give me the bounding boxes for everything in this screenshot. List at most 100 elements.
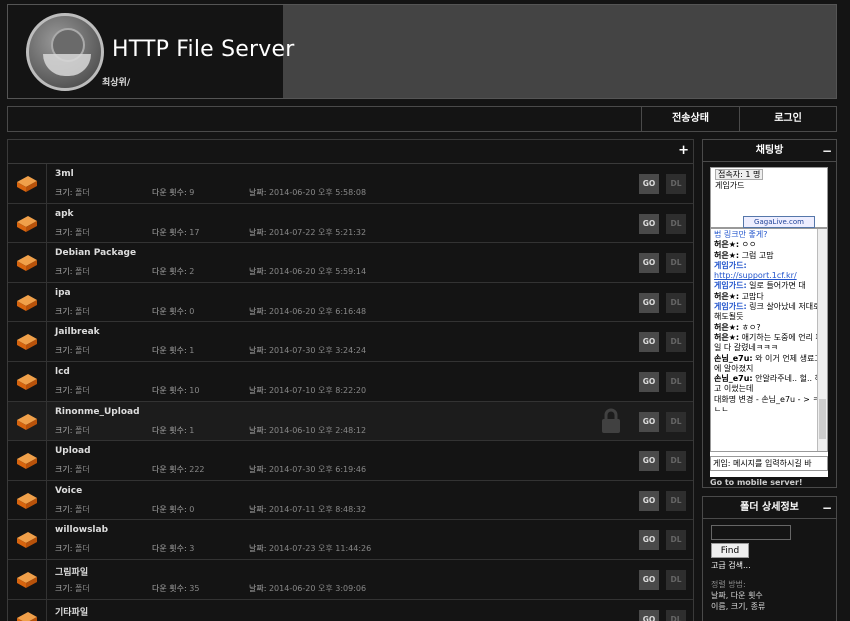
download-button[interactable]: DL [666,174,686,194]
file-size: 크기: 폴더 [55,584,90,593]
go-button[interactable]: GO [639,174,659,194]
file-name-link[interactable]: lcd [55,367,70,377]
file-row[interactable]: ipa 크기: 폴더 다운 횟수: 0 날짜: 2014-06-20 오후 6:16:… [8,282,693,323]
file-row[interactable]: Jailbreak 크기: 폴더 다운 횟수: 1 날짜: 2014-07-30 오후… [8,322,693,362]
download-button[interactable]: DL [666,292,686,313]
collapse-icon[interactable]: − [822,140,832,162]
file-date: 날짜: 2014-07-10 오후 8:22:20 [249,386,367,395]
file-date: 날짜: 2014-07-11 오후 8:48:32 [249,504,367,514]
download-button[interactable]: DL [666,451,686,472]
go-button[interactable]: GO [639,292,659,313]
download-count: 다운 횟수: 10 [152,386,200,395]
go-button[interactable]: GO [639,609,659,621]
find-button[interactable]: Find [711,543,749,558]
file-row[interactable]: 그림파일크기: 폴더 다운 횟수: 35 날짜: 2014-06-20 오후 3:0… [8,560,693,600]
icon-cell [8,203,47,243]
lock-icon [600,408,622,434]
breadcrumb[interactable]: 최상위/ [102,75,130,88]
folder-icon [15,411,39,431]
file-row[interactable]: apk 크기: 폴더 다운 횟수: 17 날짜: 2014-07-22 오후 5:21… [8,203,693,244]
download-button[interactable]: DL [666,332,686,353]
chat-message: http://support.1cf.kr/ [714,271,823,281]
chat-message: 허은★: 애기하는 도중에 언리 파일 다 갈렸네ㅋㅋㅋ [714,332,823,353]
chat-message: 허은★: ㅇㅇ [714,240,757,250]
chat-link[interactable]: http://support.1cf.kr/ [714,271,797,280]
go-button[interactable]: GO [639,490,659,511]
file-row[interactable]: 기타파일크기: 다운 횟수: 날짜: GODL [8,599,693,621]
icon-cell [8,282,47,322]
go-button[interactable]: GO [639,570,659,590]
login-link[interactable]: 로그인 [739,107,836,131]
file-date: 날짜: 2014-06-20 오후 3:09:06 [249,584,367,593]
chat-panel-header: 채팅방 − [703,140,836,162]
download-button[interactable]: DL [666,490,686,511]
file-row[interactable]: willowslab 크기: 폴더 다운 횟수: 3 날짜: 2014-07-23 오… [8,520,693,560]
header-banner: HTTP File Server 최상위/ [7,4,837,99]
go-button[interactable]: GO [639,372,659,392]
go-button[interactable]: GO [639,332,659,353]
file-name-link[interactable]: ipa [55,288,71,298]
file-date: 날짜: 2014-07-23 오후 11:44:26 [249,544,372,554]
file-row[interactable]: lcd 크기: 폴더 다운 횟수: 10 날짜: 2014-07-10 오후 8:22… [8,362,693,402]
folder-details-panel: 폴더 상세정보 − Find 고급 검색... 정렬 방법: 날짜, 다운 횟수… [702,496,837,621]
chat-log[interactable]: 법 링크만 좋게? 허은★: ㅇㅇ 허은★: 그럼 고맙 게임가드: http://su… [710,228,828,452]
chat-message: 게임가드: 일로 들어가면 대 [714,281,806,291]
go-button[interactable]: GO [639,411,659,432]
mobile-server-link[interactable]: Go to mobile server! [710,478,803,487]
file-row[interactable]: 3ml 크기: 폴더 다운 횟수: 9 날짜: 2014-06-20 오후 5:58:… [8,164,693,204]
go-button[interactable]: GO [639,530,659,551]
download-button[interactable]: DL [666,609,686,621]
file-row[interactable]: Rinonme_Upload 크기: 폴더 다운 횟수: 1 날짜: 2014-06-… [8,401,693,442]
file-name-link[interactable]: Jailbreak [55,327,100,337]
file-row[interactable]: Debian Package 크기: 폴더 다운 횟수: 2 날짜: 2014-06-… [8,243,693,283]
download-button[interactable]: DL [666,411,686,432]
header-logo-area: HTTP File Server 최상위/ [8,5,294,98]
download-count: 다운 횟수: 17 [152,227,200,237]
icon-cell [8,441,47,480]
file-name-link[interactable]: Debian Package [55,248,136,258]
connected-count: 접속자: 1 명 [715,169,764,180]
folder-icon [15,450,39,470]
chat-scrollbar[interactable] [817,229,827,451]
folder-icon [15,569,39,589]
chat-message-input[interactable]: 게임: 메시지를 입력하시길 바 [710,456,828,471]
file-row[interactable]: Upload 크기: 폴더 다운 횟수: 222 날짜: 2014-07-30 오후 … [8,441,693,481]
file-name-link[interactable]: Voice [55,486,82,496]
download-button[interactable]: DL [666,372,686,392]
file-name-link[interactable]: willowslab [55,525,108,535]
icon-cell [8,164,47,203]
search-input[interactable] [711,525,791,540]
advanced-search-link[interactable]: 고급 검색... [711,560,751,571]
download-count: 다운 횟수: 35 [152,584,200,593]
file-name-link[interactable]: 그림파일 [55,565,88,578]
file-name-link[interactable]: apk [55,209,74,219]
file-name-link[interactable]: Upload [55,446,91,456]
download-button[interactable]: DL [666,253,686,274]
chat-panel-title: 채팅방 [755,145,784,156]
file-name-link[interactable]: Rinonme_Upload [55,407,140,417]
sort-options-2[interactable]: 이름, 크기, 종류 [711,601,765,612]
chat-message: 대화명 변경 - 손님_e7u - > ㅋㄴㄴ [714,394,820,415]
file-name-link[interactable]: 기타파일 [55,605,88,618]
expand-plus-icon[interactable]: + [678,143,689,158]
chat-message: 손님_e7u: 와 이거 언제 생료고에 알아졌지 [714,353,822,373]
globe-hand-logo-icon [26,13,104,91]
download-count: 다운 횟수: 222 [152,465,205,475]
gagalive-link[interactable]: GagaLive.com [743,216,815,228]
go-button[interactable]: GO [639,451,659,472]
sort-options-1[interactable]: 날짜, 다운 횟수 [711,590,763,601]
go-button[interactable]: GO [639,253,659,274]
icon-cell [8,401,47,441]
file-name-link[interactable]: 3ml [55,169,74,179]
download-count: 다운 횟수: 2 [152,267,195,277]
transfer-status-link[interactable]: 전송상태 [641,107,739,131]
download-button[interactable]: DL [666,213,686,234]
download-button[interactable]: DL [666,530,686,551]
collapse-icon[interactable]: − [822,497,832,519]
go-button[interactable]: GO [639,213,659,234]
icon-cell [8,362,47,401]
file-size: 크기: 폴더 [55,425,90,435]
file-row[interactable]: Voice 크기: 폴더 다운 횟수: 0 날짜: 2014-07-11 오후 8:4… [8,480,693,521]
file-size: 크기: 폴더 [55,465,90,475]
download-button[interactable]: DL [666,570,686,590]
